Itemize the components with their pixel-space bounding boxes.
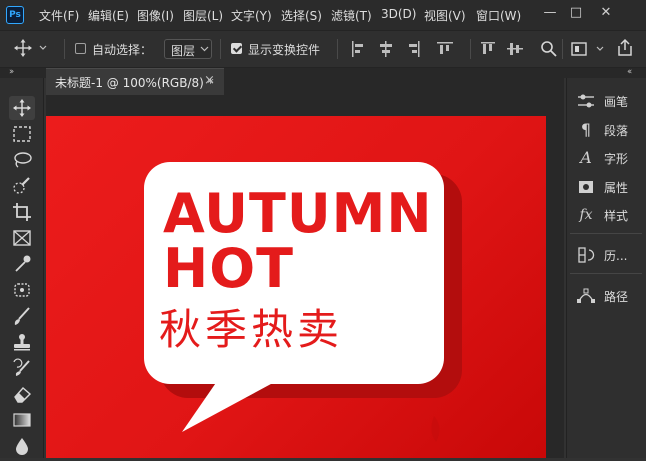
menu-image[interactable]: 图像(I)	[137, 7, 174, 24]
panel-label: 属性	[604, 181, 629, 195]
paths-icon	[577, 288, 595, 303]
properties-icon	[579, 181, 593, 193]
panel-properties[interactable]: 属性	[570, 175, 642, 199]
auto-select-target-dropdown[interactable]: 图层	[164, 39, 212, 59]
panel-label: 字形	[604, 152, 629, 166]
align-top-icon	[437, 42, 453, 54]
menu-3d[interactable]: 3D(D)	[381, 7, 416, 21]
blur-tool[interactable]	[9, 434, 35, 458]
quick-selection-tool[interactable]	[9, 174, 35, 198]
history-brush-tool[interactable]	[9, 356, 35, 380]
brush-tool[interactable]	[9, 304, 35, 328]
brush-icon	[14, 307, 30, 325]
crop-tool[interactable]	[9, 200, 35, 224]
lasso-icon	[14, 152, 32, 168]
stamp-icon	[14, 334, 30, 351]
close-window-button[interactable]: ✕	[596, 3, 616, 23]
align-right-icon	[409, 41, 420, 57]
headline-autumn: AUTUMN	[163, 182, 433, 245]
document-canvas[interactable]: AUTUMN HOT 秋季热卖	[46, 116, 546, 458]
panel-label: 历...	[604, 249, 628, 263]
show-transform-controls-label: 显示变换控件	[248, 43, 321, 57]
panel-styles[interactable]: fx 样式	[570, 203, 642, 227]
align-top-edges-icon	[481, 42, 495, 54]
headline-hot: HOT	[163, 237, 294, 300]
eraser-icon	[14, 387, 32, 403]
move-icon	[14, 39, 47, 57]
align-left-icon	[352, 41, 363, 57]
panel-label: 段落	[604, 124, 629, 138]
workspace-switcher[interactable]	[570, 40, 610, 58]
distribute-controls	[481, 42, 523, 55]
document-tab-title: 未标题-1 @ 100%(RGB/8) *	[55, 76, 214, 90]
move-icon	[13, 99, 31, 117]
character-icon: A	[580, 148, 592, 167]
menu-filter[interactable]: 滤镜(T)	[331, 7, 372, 24]
move-tool[interactable]	[9, 96, 35, 120]
paragraph-icon: ¶	[580, 120, 592, 139]
collapse-tools-icon[interactable]: ››	[9, 67, 14, 77]
collapse-panels-icon[interactable]: ‹‹	[627, 67, 632, 77]
gradient-icon	[13, 413, 31, 427]
search-icon[interactable]	[540, 40, 558, 58]
brush-settings-icon	[578, 94, 594, 108]
align-controls	[352, 41, 453, 57]
align-vertical-centers-icon	[507, 43, 523, 55]
show-transform-controls-checkbox[interactable]	[231, 43, 242, 54]
eraser-tool[interactable]	[9, 382, 35, 406]
dropdown-value: 图层	[171, 44, 196, 58]
clone-stamp-tool[interactable]	[9, 330, 35, 354]
healing-brush-tool[interactable]	[9, 278, 35, 302]
marquee-tool[interactable]	[9, 122, 35, 146]
photoshop-logo-icon[interactable]: Ps	[6, 6, 24, 24]
frame-icon	[13, 230, 31, 246]
eyedropper-tool[interactable]	[9, 252, 35, 276]
chinese-title: 秋季热卖	[159, 305, 344, 354]
panel-divider	[570, 273, 642, 274]
history-brush-icon	[13, 358, 30, 376]
panel-label: 画笔	[604, 95, 629, 109]
panel-glyphs[interactable]: A 字形	[570, 146, 642, 170]
auto-select-label: 自动选择：	[92, 43, 153, 57]
panel-history[interactable]: 历...	[570, 243, 642, 267]
panel-brush-settings[interactable]: 画笔	[570, 89, 642, 113]
eyedropper-icon	[15, 255, 31, 272]
panel-paths[interactable]: 路径	[570, 284, 642, 308]
chevron-down-icon	[596, 46, 604, 51]
rectangular-marquee-icon	[13, 126, 31, 142]
panel-label: 样式	[604, 209, 629, 223]
panel-divider	[570, 233, 642, 234]
blur-drop-icon	[16, 438, 28, 455]
gradient-tool[interactable]	[9, 408, 35, 432]
minimize-button[interactable]: —	[540, 3, 560, 23]
history-icon	[578, 247, 595, 263]
menu-select[interactable]: 选择(S)	[281, 7, 322, 24]
chevron-down-icon	[39, 45, 47, 50]
menu-type[interactable]: 文字(Y)	[231, 7, 272, 24]
spot-healing-icon	[14, 283, 30, 297]
close-tab-icon[interactable]: ×	[204, 73, 215, 88]
document-tab[interactable]: 未标题-1 @ 100%(RGB/8) * ×	[46, 68, 224, 95]
chevron-down-icon	[200, 46, 209, 52]
menu-edit[interactable]: 编辑(E)	[88, 7, 129, 24]
menu-window[interactable]: 窗口(W)	[476, 7, 521, 24]
lasso-tool[interactable]	[9, 148, 35, 172]
menu-file[interactable]: 文件(F)	[39, 7, 79, 24]
restore-button[interactable]: □	[566, 3, 586, 23]
share-icon[interactable]	[615, 38, 635, 58]
auto-select-checkbox[interactable]	[75, 43, 86, 54]
tool-preset-picker[interactable]	[11, 38, 51, 58]
align-center-icon	[380, 41, 392, 57]
styles-icon: fx	[579, 207, 593, 223]
quick-selection-icon	[13, 177, 30, 194]
menu-view[interactable]: 视图(V)	[424, 7, 466, 24]
menu-layer[interactable]: 图层(L)	[183, 7, 223, 24]
crop-icon	[13, 203, 31, 221]
panel-label: 路径	[604, 290, 629, 304]
panel-paragraph[interactable]: ¶ 段落	[570, 118, 642, 142]
frame-tool[interactable]	[9, 226, 35, 250]
